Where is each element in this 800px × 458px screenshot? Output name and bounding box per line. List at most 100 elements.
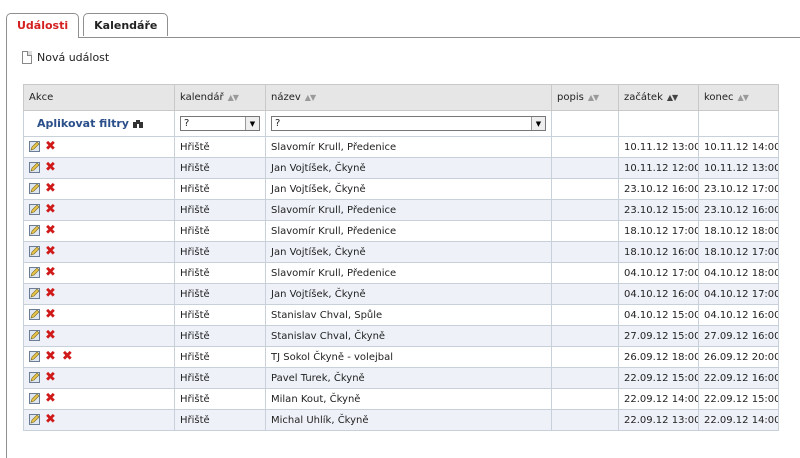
edit-icon[interactable] bbox=[29, 330, 40, 342]
delete-icon[interactable]: ✖ bbox=[45, 308, 56, 321]
tab-kalendare[interactable]: Kalendáře bbox=[83, 13, 169, 36]
delete-icon[interactable]: ✖ bbox=[45, 161, 56, 174]
cell-popis bbox=[551, 157, 619, 179]
cell-konec: 22.09.12 14:00 bbox=[698, 409, 779, 431]
delete-icon[interactable]: ✖ bbox=[45, 203, 56, 216]
zacatek-filter-cell bbox=[618, 110, 699, 137]
column-header-nazev[interactable]: název ▲▼ bbox=[265, 84, 552, 111]
cell-popis bbox=[551, 388, 619, 410]
delete-all-icon[interactable]: ✖ bbox=[62, 350, 73, 363]
edit-icon[interactable] bbox=[29, 204, 40, 216]
cell-konec: 10.11.12 14:00 bbox=[698, 136, 779, 158]
row-actions: ✖ bbox=[23, 409, 175, 431]
apply-filters-link[interactable]: Aplikovat filtry bbox=[29, 117, 129, 130]
chevron-down-icon[interactable]: ▼ bbox=[245, 117, 259, 130]
sort-desc-icon[interactable]: ▲▼ bbox=[667, 93, 678, 102]
cell-konec: 18.10.12 17:00 bbox=[698, 241, 779, 263]
row-actions: ✖ bbox=[23, 178, 175, 200]
new-event-label: Nová událost bbox=[37, 51, 110, 64]
cell-konec: 23.10.12 16:00 bbox=[698, 199, 779, 221]
delete-icon[interactable]: ✖ bbox=[45, 224, 56, 237]
edit-icon[interactable] bbox=[29, 288, 40, 300]
delete-icon[interactable]: ✖ bbox=[45, 287, 56, 300]
column-header-kalendar[interactable]: kalendář ▲▼ bbox=[174, 84, 266, 111]
cell-popis bbox=[551, 325, 619, 347]
edit-icon[interactable] bbox=[29, 141, 40, 153]
apply-filters-cell: Aplikovat filtry bbox=[23, 110, 175, 137]
cell-zacatek: 10.11.12 12:00 bbox=[618, 157, 699, 179]
edit-icon[interactable] bbox=[29, 414, 40, 426]
cell-nazev: Pavel Turek, Čkyně bbox=[265, 367, 552, 389]
delete-icon[interactable]: ✖ bbox=[45, 350, 56, 363]
cell-konec: 04.10.12 18:00 bbox=[698, 262, 779, 284]
table-row: ✖ Hřiště Stanislav Chval, Čkyně 27.09.12 15… bbox=[23, 325, 779, 347]
binoculars-icon bbox=[132, 120, 143, 128]
cell-nazev: Slavomír Krull, Předenice bbox=[265, 136, 552, 158]
table-row: ✖ Hřiště Stanislav Chval, Spůle 04.10.12 15… bbox=[23, 304, 779, 326]
tab-udalosti[interactable]: Události bbox=[6, 13, 80, 38]
cell-kalendar: Hřiště bbox=[174, 367, 266, 389]
cell-nazev: Stanislav Chval, Čkyně bbox=[265, 325, 552, 347]
cell-popis bbox=[551, 220, 619, 242]
row-actions: ✖ bbox=[23, 241, 175, 263]
cell-nazev: Jan Vojtíšek, Čkyně bbox=[265, 283, 552, 305]
table-row: ✖ Hřiště Jan Vojtíšek, Čkyně 18.10.12 16:00… bbox=[23, 241, 779, 263]
delete-icon[interactable]: ✖ bbox=[45, 182, 56, 195]
delete-icon[interactable]: ✖ bbox=[45, 266, 56, 279]
sort-icon[interactable]: ▲▼ bbox=[305, 93, 316, 102]
row-actions: ✖ ✖ bbox=[23, 346, 175, 368]
cell-kalendar: Hřiště bbox=[174, 409, 266, 431]
cell-nazev: Stanislav Chval, Spůle bbox=[265, 304, 552, 326]
table-row: ✖ Hřiště Slavomír Krull, Předenice 10.11.12… bbox=[23, 136, 779, 158]
edit-icon[interactable] bbox=[29, 162, 40, 174]
cell-konec: 22.09.12 16:00 bbox=[698, 367, 779, 389]
popis-filter-cell bbox=[551, 110, 619, 137]
delete-icon[interactable]: ✖ bbox=[45, 329, 56, 342]
cell-nazev: Slavomír Krull, Předenice bbox=[265, 199, 552, 221]
cell-nazev: Jan Vojtíšek, Čkyně bbox=[265, 241, 552, 263]
table-row: ✖ Hřiště Jan Vojtíšek, Čkyně 04.10.12 16:00… bbox=[23, 283, 779, 305]
cell-nazev: Jan Vojtíšek, Čkyně bbox=[265, 157, 552, 179]
delete-icon[interactable]: ✖ bbox=[45, 413, 56, 426]
edit-icon[interactable] bbox=[29, 309, 40, 321]
edit-icon[interactable] bbox=[29, 372, 40, 384]
edit-icon[interactable] bbox=[29, 246, 40, 258]
kalendar-filter-cell: ? ▼ bbox=[174, 110, 266, 137]
kalendar-filter-select[interactable]: ? ▼ bbox=[180, 116, 260, 131]
edit-icon[interactable] bbox=[29, 225, 40, 237]
cell-kalendar: Hřiště bbox=[174, 304, 266, 326]
delete-icon[interactable]: ✖ bbox=[45, 392, 56, 405]
cell-popis bbox=[551, 409, 619, 431]
delete-icon[interactable]: ✖ bbox=[45, 245, 56, 258]
sort-icon[interactable]: ▲▼ bbox=[738, 93, 749, 102]
cell-popis bbox=[551, 367, 619, 389]
nazev-filter-select[interactable]: ? ▼ bbox=[271, 116, 546, 131]
sort-icon[interactable]: ▲▼ bbox=[588, 93, 599, 102]
new-event-link[interactable]: Nová událost bbox=[22, 51, 109, 64]
cell-konec: 26.09.12 20:00 bbox=[698, 346, 779, 368]
cell-zacatek: 22.09.12 13:00 bbox=[618, 409, 699, 431]
cell-zacatek: 23.10.12 15:00 bbox=[618, 199, 699, 221]
edit-icon[interactable] bbox=[29, 351, 40, 363]
cell-kalendar: Hřiště bbox=[174, 241, 266, 263]
row-actions: ✖ bbox=[23, 220, 175, 242]
table-row: ✖ Hřiště Michal Uhlík, Čkyně 22.09.12 13:00… bbox=[23, 409, 779, 431]
column-header-popis[interactable]: popis ▲▼ bbox=[551, 84, 619, 111]
header-row: Akce kalendář ▲▼ název ▲▼ popis ▲▼ začátek ▲… bbox=[23, 84, 779, 111]
chevron-down-icon[interactable]: ▼ bbox=[531, 117, 545, 130]
edit-icon[interactable] bbox=[29, 393, 40, 405]
edit-icon[interactable] bbox=[29, 267, 40, 279]
table-row: ✖ Hřiště Jan Vojtíšek, Čkyně 10.11.12 12:00… bbox=[23, 157, 779, 179]
column-header-konec[interactable]: konec ▲▼ bbox=[698, 84, 779, 111]
cell-nazev: Michal Uhlík, Čkyně bbox=[265, 409, 552, 431]
delete-icon[interactable]: ✖ bbox=[45, 371, 56, 384]
cell-popis bbox=[551, 262, 619, 284]
row-actions: ✖ bbox=[23, 367, 175, 389]
sort-icon[interactable]: ▲▼ bbox=[228, 93, 239, 102]
cell-nazev: TJ Sokol Čkyně - volejbal bbox=[265, 346, 552, 368]
table-row: ✖ Hřiště Slavomír Krull, Předenice 23.10.12… bbox=[23, 199, 779, 221]
cell-kalendar: Hřiště bbox=[174, 178, 266, 200]
delete-icon[interactable]: ✖ bbox=[45, 140, 56, 153]
column-header-zacatek[interactable]: začátek ▲▼ bbox=[618, 84, 699, 111]
edit-icon[interactable] bbox=[29, 183, 40, 195]
